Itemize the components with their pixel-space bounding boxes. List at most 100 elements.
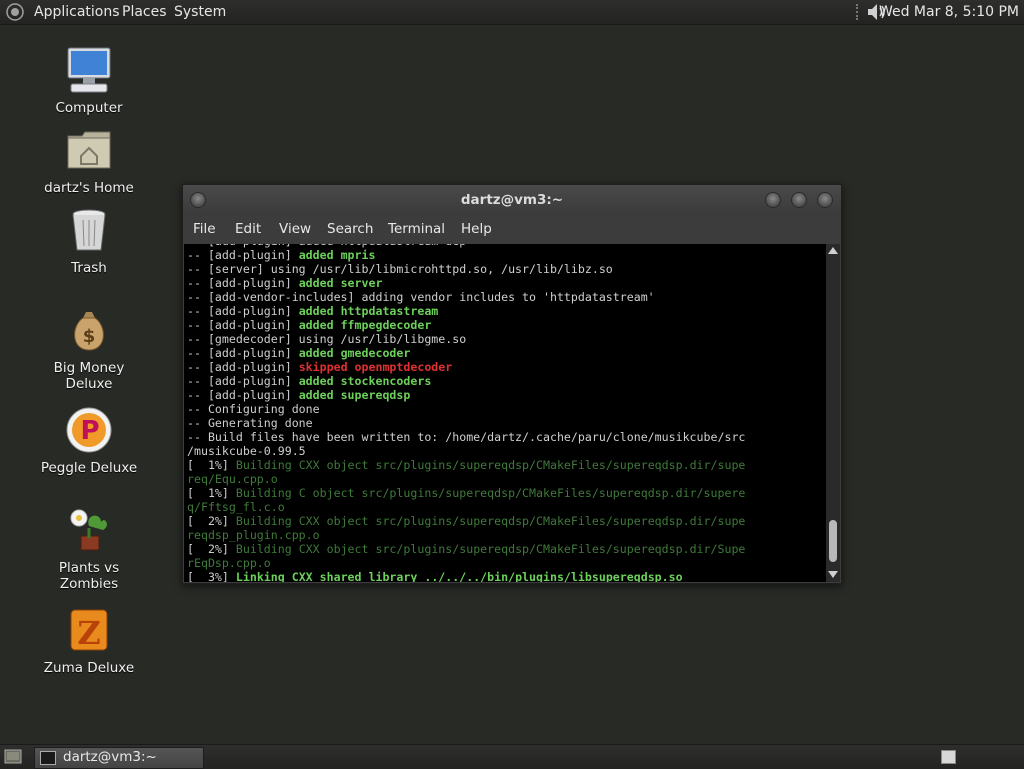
terminal-line: -- [add-plugin] added gmedecoder <box>187 346 745 360</box>
money-bag-icon: $ <box>74 312 104 351</box>
terminal-text: -- [server] using /usr/lib/libmicrohttpd… <box>187 262 613 276</box>
terminal-line: -- Build files have been written to: /ho… <box>187 430 745 444</box>
window-titlebar[interactable]: dartz@vm3:~ <box>183 185 841 215</box>
terminal-line: -- [add-plugin] added httpdatastream <box>187 304 745 318</box>
terminal-text: Building CXX object src/plugins/supereqd… <box>235 542 746 556</box>
scroll-up-arrow-icon[interactable] <box>828 247 838 254</box>
terminal-output[interactable]: -- [add-plugin] added httpdatastream dep… <box>184 244 826 582</box>
terminal-text: -- [add-plugin] <box>187 248 299 262</box>
terminal-window: dartz@vm3:~ File Edit View Search Termin… <box>182 184 842 584</box>
terminal-text: -- [add-plugin] <box>187 304 299 318</box>
terminal-line: /musikcube-0.99.5 <box>187 444 745 458</box>
svg-text:$: $ <box>83 326 96 347</box>
terminal-text: [ 3%] <box>187 570 236 582</box>
scrollbar[interactable] <box>826 244 840 582</box>
desktop-icon-zuma[interactable]: Z Zuma Deluxe <box>34 606 144 676</box>
desktop-icon-home[interactable]: dartz's Home <box>34 126 144 196</box>
menu-terminal[interactable]: Terminal <box>388 221 445 237</box>
terminal-line: [ 1%] Building CXX object src/plugins/su… <box>187 458 745 472</box>
terminal-icon <box>40 751 56 765</box>
home-folder-icon <box>67 131 111 169</box>
window-title: dartz@vm3:~ <box>460 192 564 208</box>
workspace-switcher[interactable] <box>941 750 956 764</box>
desktop-icon-label: Zuma Deluxe <box>43 660 135 676</box>
terminal-text: req/Equ.cpp.o <box>187 472 278 486</box>
terminal-text: -- [add-plugin] <box>187 346 299 360</box>
desktop-icon-computer[interactable]: Computer <box>34 46 144 116</box>
menu-help[interactable]: Help <box>461 221 492 237</box>
terminal-text: skipped openmptdecoder <box>298 360 453 374</box>
terminal-text: -- [add-plugin] <box>187 276 299 290</box>
terminal-text: -- [add-plugin] <box>187 388 299 402</box>
menu-view[interactable]: View <box>279 221 311 237</box>
desktop-icon-trash[interactable]: Trash <box>34 206 144 276</box>
terminal-line: -- [add-plugin] added stockencoders <box>187 374 745 388</box>
svg-text:P: P <box>80 416 99 446</box>
terminal-text: Building CXX object src/plugins/supereqd… <box>235 514 746 528</box>
zuma-icon: Z <box>70 609 108 652</box>
terminal-text: added supereqdsp <box>298 388 411 402</box>
terminal-text: Building CXX object src/plugins/supereqd… <box>235 458 746 472</box>
desktop-icon-big-money[interactable]: $ Big Money Deluxe <box>34 306 144 392</box>
taskbar-item-terminal[interactable]: dartz@vm3:~ <box>34 747 204 769</box>
desktop-icon-label: Trash <box>71 260 107 276</box>
terminal-line: [ 1%] Building C object src/plugins/supe… <box>187 486 745 500</box>
svg-text:Z: Z <box>77 614 100 652</box>
terminal-line: -- Generating done <box>187 416 745 430</box>
terminal-text: added server <box>298 276 383 290</box>
terminal-line: reqdsp_plugin.cpp.o <box>187 528 745 542</box>
trash-icon <box>72 209 106 251</box>
clock[interactable]: Wed Mar 8, 5:10 PM <box>879 4 1019 20</box>
terminal-text: added stockencoders <box>298 374 432 388</box>
maximize-button[interactable] <box>791 192 807 208</box>
terminal-line: -- [server] using /usr/lib/libmicrohttpd… <box>187 262 745 276</box>
terminal-text: q/Fftsg_fl.c.o <box>187 500 285 514</box>
terminal-line: req/Equ.cpp.o <box>187 472 745 486</box>
terminal-text: -- [gmedecoder] using /usr/lib/libgme.so <box>187 332 467 346</box>
computer-icon <box>67 47 111 93</box>
terminal-text: Linking CXX shared library ../../../bin/… <box>235 570 683 582</box>
desktop-icon-label: dartz's Home <box>44 180 134 196</box>
terminal-text: added gmedecoder <box>298 346 411 360</box>
terminal-text: [ 1%] <box>187 458 236 472</box>
menu-edit[interactable]: Edit <box>235 221 261 237</box>
desktop-icon-peggle[interactable]: P Peggle Deluxe <box>34 406 144 476</box>
terminal-line: -- [add-plugin] added ffmpegdecoder <box>187 318 745 332</box>
terminal-line: -- [gmedecoder] using /usr/lib/libgme.so <box>187 332 745 346</box>
menu-file[interactable]: File <box>193 221 216 237</box>
terminal-text: -- [add-vendor-includes] adding vendor i… <box>187 290 655 304</box>
minimize-button[interactable] <box>765 192 781 208</box>
scroll-down-arrow-icon[interactable] <box>828 571 838 578</box>
panel-separator <box>856 4 860 20</box>
menu-places[interactable]: Places <box>122 4 167 20</box>
menu-system[interactable]: System <box>174 4 226 20</box>
gnome-foot-icon[interactable] <box>6 3 24 21</box>
bottom-panel: dartz@vm3:~ <box>0 744 1024 769</box>
terminal-text: -- [add-plugin] <box>187 360 299 374</box>
desktop-icon-label: Computer <box>55 100 123 116</box>
terminal-text: -- Generating done <box>187 416 313 430</box>
menu-applications[interactable]: Applications <box>34 4 120 20</box>
terminal-line: -- Configuring done <box>187 402 745 416</box>
terminal-text: -- [add-plugin] <box>187 318 299 332</box>
terminal-menubar: File Edit View Search Terminal Help <box>183 215 841 243</box>
desktop-icon-plants-vs-zombies[interactable]: Plants vs Zombies <box>34 506 144 592</box>
terminal-text: added ffmpegdecoder <box>298 318 432 332</box>
terminal-text: -- Configuring done <box>187 402 320 416</box>
terminal-line: -- [add-vendor-includes] adding vendor i… <box>187 290 745 304</box>
terminal-line: -- [add-plugin] added supereqdsp <box>187 388 745 402</box>
terminal-text: -- Build files have been written to: /ho… <box>187 430 746 444</box>
terminal-text: added httpdatastream <box>298 304 439 318</box>
close-button[interactable] <box>817 192 833 208</box>
terminal-line: [ 3%] Linking CXX shared library ../../.… <box>187 570 745 582</box>
terminal-line: [ 2%] Building CXX object src/plugins/su… <box>187 542 745 556</box>
terminal-line: -- [add-plugin] skipped openmptdecoder <box>187 360 745 374</box>
peggle-icon: P <box>66 407 112 453</box>
desktop-icon-label: Big Money Deluxe <box>53 360 125 392</box>
scrollbar-thumb[interactable] <box>829 520 837 562</box>
menu-search[interactable]: Search <box>327 221 373 237</box>
terminal-text: [ 2%] <box>187 514 236 528</box>
terminal-line: [ 2%] Building CXX object src/plugins/su… <box>187 514 745 528</box>
plant-icon <box>70 509 107 551</box>
show-desktop-icon[interactable] <box>4 749 22 764</box>
